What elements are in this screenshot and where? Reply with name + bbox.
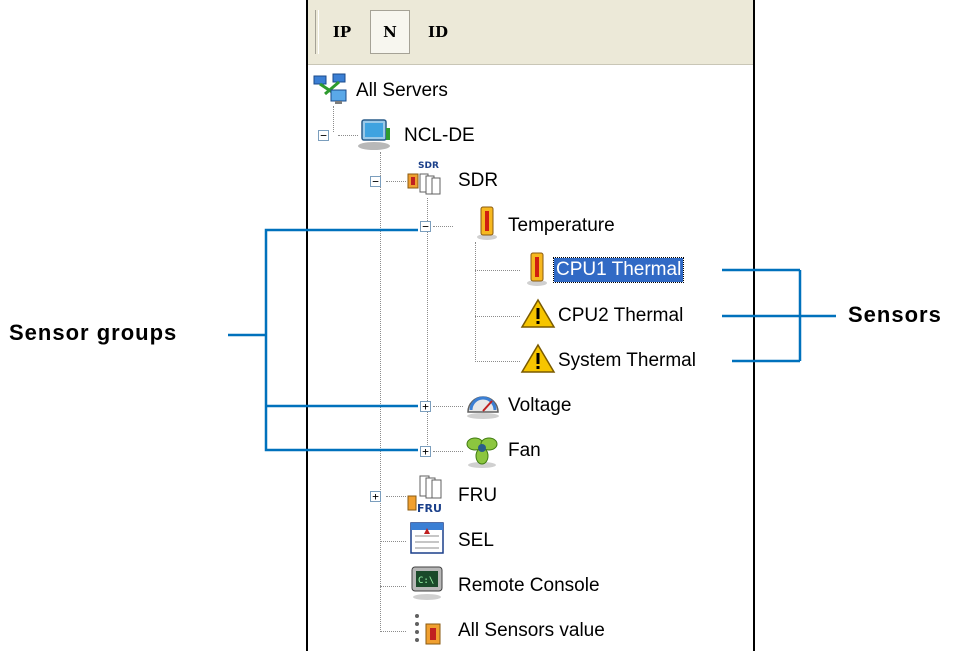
callout-sensor-groups: Sensor groups bbox=[9, 320, 178, 345]
callout-sensors: Sensors bbox=[848, 302, 942, 327]
